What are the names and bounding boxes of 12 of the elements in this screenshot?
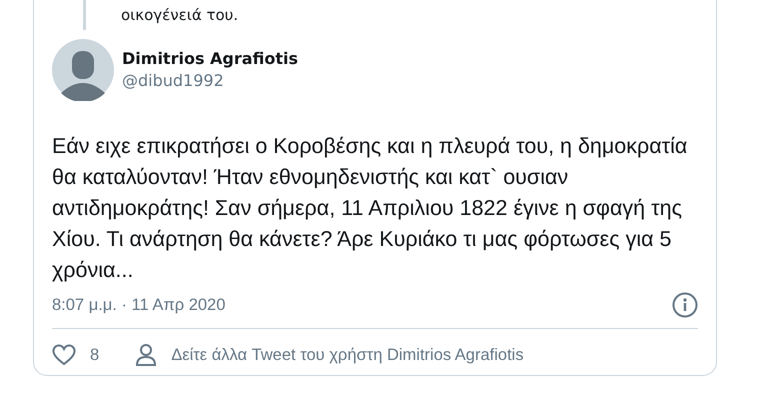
info-icon[interactable] xyxy=(672,292,698,318)
heart-icon[interactable] xyxy=(52,344,76,366)
avatar-icon[interactable] xyxy=(52,39,114,101)
tweet-text: Εάν ειχε επικρατήσει ο Κοροβέσης και η πλευρά του, η δημοκρατία θα καταλύονταν! Ήταν εθνομηδενιστής και κατ` ουσιαν αντιδημοκράτης! Σαν σήμερα, 11 Απριλιου 1822 έγινε η σφαγή της Χίου. Τι ανάρτηση θα κάνετε? Άρε Κυριάκο τι μας φόρτωσες για 5 χρόνια... xyxy=(52,133,688,284)
thread-line xyxy=(83,0,86,30)
timestamp-link[interactable]: 8:07 μ.μ. · 11 Απρ 2020 xyxy=(52,296,226,314)
author-handle[interactable]: @dibud1992 xyxy=(122,70,298,92)
quoted-text: οικογένειά του. xyxy=(121,5,238,26)
person-icon[interactable] xyxy=(135,343,158,367)
like-count: 8 xyxy=(90,346,100,364)
author-name[interactable]: Dimitrios Agrafiotis xyxy=(122,48,298,70)
more-tweets-link[interactable]: Δείτε άλλα Tweet του χρήστη Dimitrios Agrafiotis xyxy=(171,346,524,364)
